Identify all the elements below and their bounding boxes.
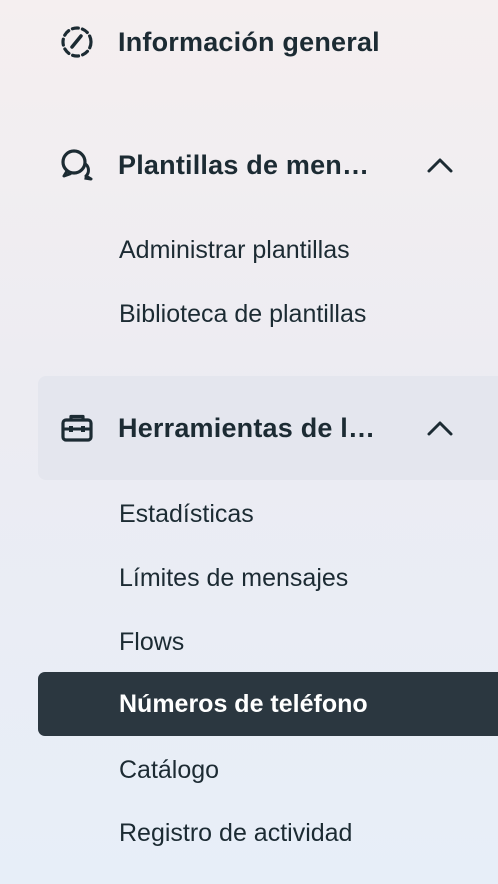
nav-tools[interactable]: Herramientas de l… [38,376,498,480]
chevron-up-icon[interactable] [420,145,460,185]
sidebar-item-label: Administrar plantillas [119,235,350,264]
sidebar-item-registro-actividad[interactable]: Registro de actividad [38,802,498,864]
sidebar-item-label: Biblioteca de plantillas [119,299,367,328]
chat-bubbles-icon [58,145,98,185]
gauge-icon [58,22,98,62]
sidebar-item-label: Catálogo [119,755,220,784]
nav-templates[interactable]: Plantillas de men… [38,113,498,217]
sidebar-item-label: Registro de actividad [119,818,353,847]
sidebar-item-estadisticas[interactable]: Estadísticas [38,483,498,545]
sidebar-item-label: Números de teléfono [119,689,368,718]
nav-overview-label: Información general [118,26,380,57]
nav-tools-label: Herramientas de l… [118,412,376,443]
nav-overview[interactable]: Información general [38,0,498,94]
sidebar-item-numeros-telefono[interactable]: Números de teléfono [38,672,498,736]
chevron-up-icon[interactable] [420,408,460,448]
sidebar-item-administrar-plantillas[interactable]: Administrar plantillas [38,219,498,281]
sidebar-item-catalogo[interactable]: Catálogo [38,739,498,801]
sidebar-item-label: Estadísticas [119,499,254,528]
sidebar-item-label: Límites de mensajes [119,563,349,592]
sidebar-item-flows[interactable]: Flows [38,611,498,673]
sidebar-item-biblioteca-plantillas[interactable]: Biblioteca de plantillas [38,283,498,345]
briefcase-icon [58,408,98,448]
sidebar-item-limites-mensajes[interactable]: Límites de mensajes [38,547,498,609]
nav-templates-label: Plantillas de men… [118,149,370,180]
sidebar-item-label: Flows [119,627,185,656]
